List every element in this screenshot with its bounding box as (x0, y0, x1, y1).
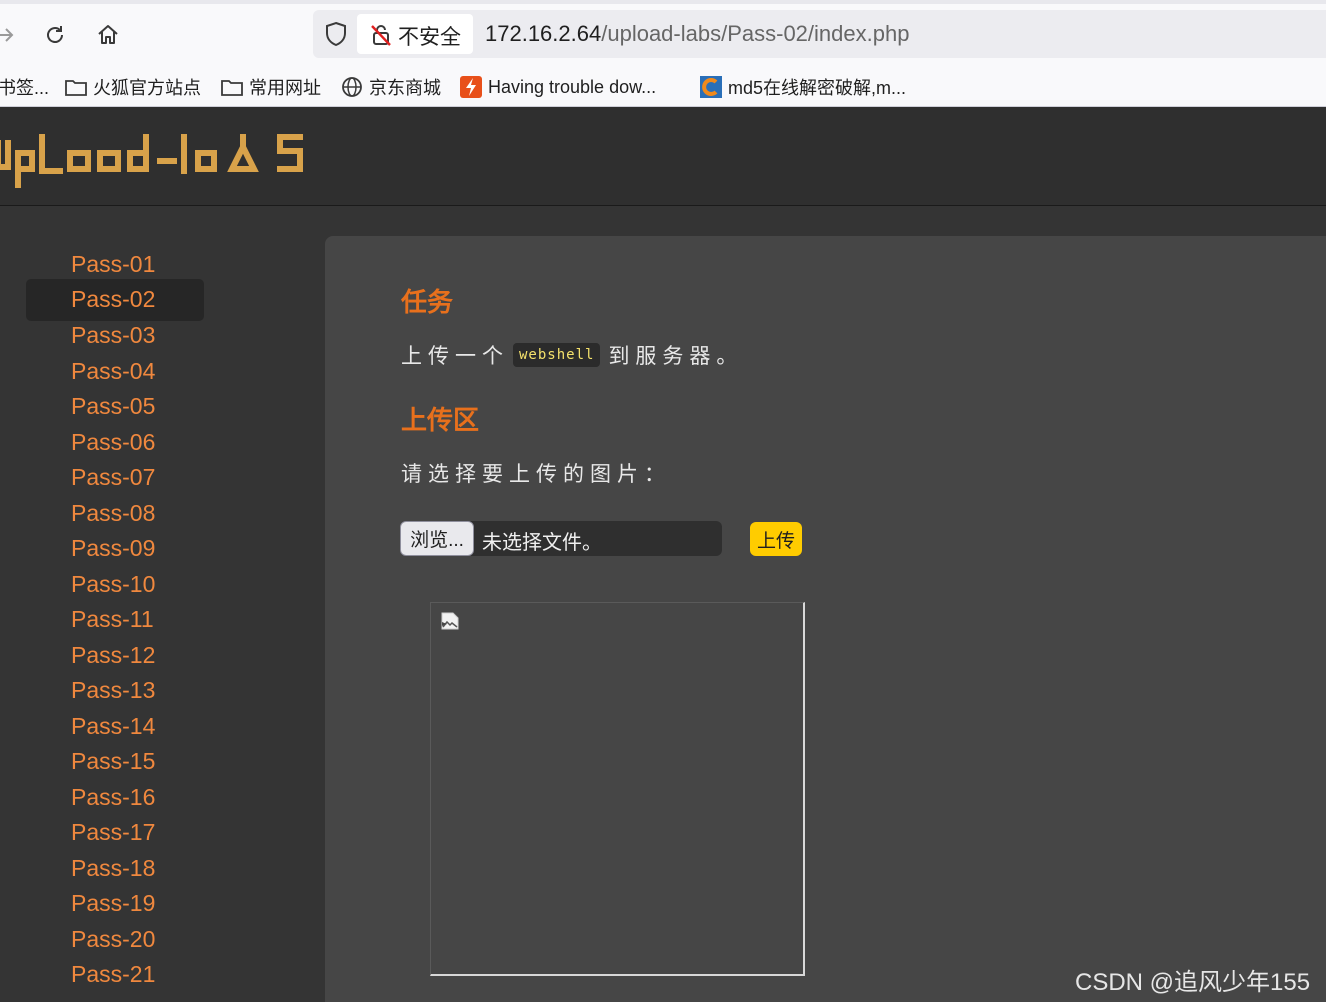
url-host: 172.16.2.64 (485, 21, 602, 46)
sidebar-item-label: Pass-18 (71, 855, 156, 881)
sidebar-item-label: Pass-05 (71, 393, 156, 419)
sidebar-item-pass-01[interactable]: Pass-01 (26, 247, 204, 283)
sidebar-item-pass-08[interactable]: Pass-08 (26, 496, 204, 532)
url-text[interactable]: 172.16.2.64/upload-labs/Pass-02/index.ph… (485, 21, 909, 47)
upload-labs-logo[interactable] (0, 123, 312, 189)
globe-icon (342, 77, 362, 97)
sidebar-item-pass-02[interactable]: Pass-02 (26, 279, 204, 321)
sidebar-item-pass-06[interactable]: Pass-06 (26, 425, 204, 461)
task-text-before: 上传一个 (401, 345, 509, 368)
page-header (0, 107, 1326, 206)
cmd5-icon (700, 76, 722, 98)
sidebar-item-pass-11[interactable]: Pass-11 (26, 602, 204, 638)
forward-icon[interactable] (0, 18, 22, 52)
bookmarks-toolbar: 书签... 火狐官方站点 常用网址 京东商城 Having trouble do… (0, 66, 1326, 106)
image-preview (430, 602, 805, 976)
bookmark-label: 常用网址 (249, 78, 321, 98)
bookmark-item[interactable]: Having trouble dow... (459, 74, 656, 100)
upload-heading: 上传区 (401, 405, 480, 435)
sidebar-item-label: Pass-13 (71, 677, 156, 703)
sidebar: Pass-01 Pass-02 Pass-03 Pass-04 Pass-05 … (0, 206, 325, 1002)
sidebar-item-pass-09[interactable]: Pass-09 (26, 531, 204, 567)
sidebar-item-pass-18[interactable]: Pass-18 (26, 851, 204, 887)
upload-button[interactable]: 上传 (750, 522, 802, 556)
bookmark-label: 火狐官方站点 (93, 78, 201, 98)
browser-chrome: 不安全 172.16.2.64/upload-labs/Pass-02/inde… (0, 0, 1326, 107)
sidebar-item-pass-12[interactable]: Pass-12 (26, 638, 204, 674)
bookmark-folder[interactable]: 火狐官方站点 (64, 74, 201, 100)
insecure-label: 不安全 (398, 26, 461, 49)
tracking-protection-icon[interactable] (323, 20, 349, 48)
sidebar-item-label: Pass-16 (71, 784, 156, 810)
tab-strip-edge (0, 0, 1326, 4)
sidebar-item-label: Pass-06 (71, 429, 156, 455)
webshell-code: webshell (513, 343, 601, 367)
sidebar-item-pass-07[interactable]: Pass-07 (26, 460, 204, 496)
site-security-indicator[interactable]: 不安全 (357, 14, 473, 54)
main-panel: 任务 上传一个 webshell 到服务器。 上传区 请选择要上传的图片： 浏览… (325, 236, 1326, 1002)
bookmark-label: md5在线解密破解,m... (728, 78, 907, 98)
sidebar-item-label: Pass-14 (71, 713, 156, 739)
folder-icon (221, 80, 243, 96)
bookmark-item[interactable]: md5在线解密破解,m... (699, 74, 906, 100)
task-text-after: 到服务器。 (608, 345, 744, 368)
broken-image-icon (441, 612, 459, 630)
folder-icon (65, 80, 87, 96)
home-icon[interactable] (91, 18, 125, 52)
sidebar-item-label: Pass-15 (71, 748, 156, 774)
bookmark-item[interactable]: 书签... (0, 74, 49, 100)
sidebar-item-pass-13[interactable]: Pass-13 (26, 673, 204, 709)
sidebar-item-label: Pass-01 (71, 251, 156, 277)
sidebar-item-label: Pass-08 (71, 500, 156, 526)
bookmark-label: 书签... (0, 78, 50, 98)
sidebar-item-pass-03[interactable]: Pass-03 (26, 318, 204, 354)
bookmark-label: Having trouble dow... (488, 76, 657, 97)
sidebar-item-label: Pass-09 (71, 535, 156, 561)
pick-image-label: 请选择要上传的图片： (401, 463, 671, 486)
sidebar-item-label: Pass-17 (71, 819, 156, 845)
browse-button[interactable]: 浏览... (400, 521, 474, 556)
sidebar-item-pass-05[interactable]: Pass-05 (26, 389, 204, 425)
sidebar-item-label: Pass-10 (71, 571, 156, 597)
sidebar-item-pass-19[interactable]: Pass-19 (26, 886, 204, 922)
sidebar-item-label: Pass-03 (71, 322, 156, 348)
sidebar-item-label: Pass-11 (71, 606, 154, 632)
sidebar-item-pass-10[interactable]: Pass-10 (26, 567, 204, 603)
url-path: /upload-labs/Pass-02/index.php (601, 21, 910, 46)
reload-icon[interactable] (38, 18, 72, 52)
sidebar-item-label: Pass-20 (71, 926, 156, 952)
sidebar-item-pass-04[interactable]: Pass-04 (26, 354, 204, 390)
task-description: 上传一个 webshell 到服务器。 (401, 340, 743, 370)
sidebar-item-pass-21[interactable]: Pass-21 (26, 957, 204, 993)
sidebar-item-pass-16[interactable]: Pass-16 (26, 780, 204, 816)
bookmark-item[interactable]: 京东商城 (340, 74, 441, 100)
task-heading: 任务 (401, 287, 454, 317)
sidebar-item-pass-17[interactable]: Pass-17 (26, 815, 204, 851)
sidebar-item-label: Pass-02 (71, 286, 156, 312)
file-input[interactable]: 浏览... 未选择文件。 (400, 521, 722, 556)
sidebar-item-pass-15[interactable]: Pass-15 (26, 744, 204, 780)
sidebar-item-label: Pass-19 (71, 890, 156, 916)
insecure-lock-icon (369, 23, 393, 52)
sidebar-item-pass-14[interactable]: Pass-14 (26, 709, 204, 745)
sidebar-item-label: Pass-21 (71, 961, 156, 987)
sidebar-item-pass-20[interactable]: Pass-20 (26, 922, 204, 958)
no-file-selected-text: 未选择文件。 (482, 532, 602, 554)
sidebar-item-label: Pass-07 (71, 464, 156, 490)
flash-icon (460, 76, 482, 98)
sidebar-item-label: Pass-12 (71, 642, 156, 668)
bookmark-folder[interactable]: 常用网址 (220, 74, 321, 100)
sidebar-item-label: Pass-04 (71, 358, 156, 384)
bookmark-label: 京东商城 (369, 78, 441, 98)
csdn-watermark: CSDN @追风少年155 (1075, 969, 1311, 996)
